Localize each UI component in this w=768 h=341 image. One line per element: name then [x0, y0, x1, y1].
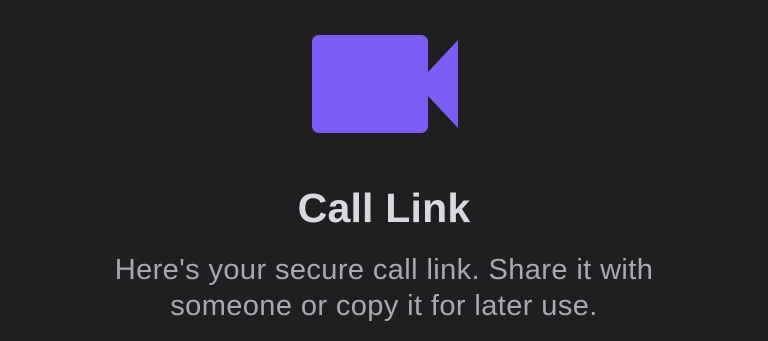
call-link-description: Here's your secure call link. Share it w…	[50, 252, 718, 324]
description-line-2: someone or copy it for later use.	[170, 290, 598, 322]
video-camera-icon	[310, 34, 460, 134]
call-link-title: Call Link	[297, 185, 471, 231]
call-link-panel: Call Link Here's your secure call link. …	[0, 0, 768, 341]
description-line-1: Here's your secure call link. Share it w…	[114, 254, 654, 286]
